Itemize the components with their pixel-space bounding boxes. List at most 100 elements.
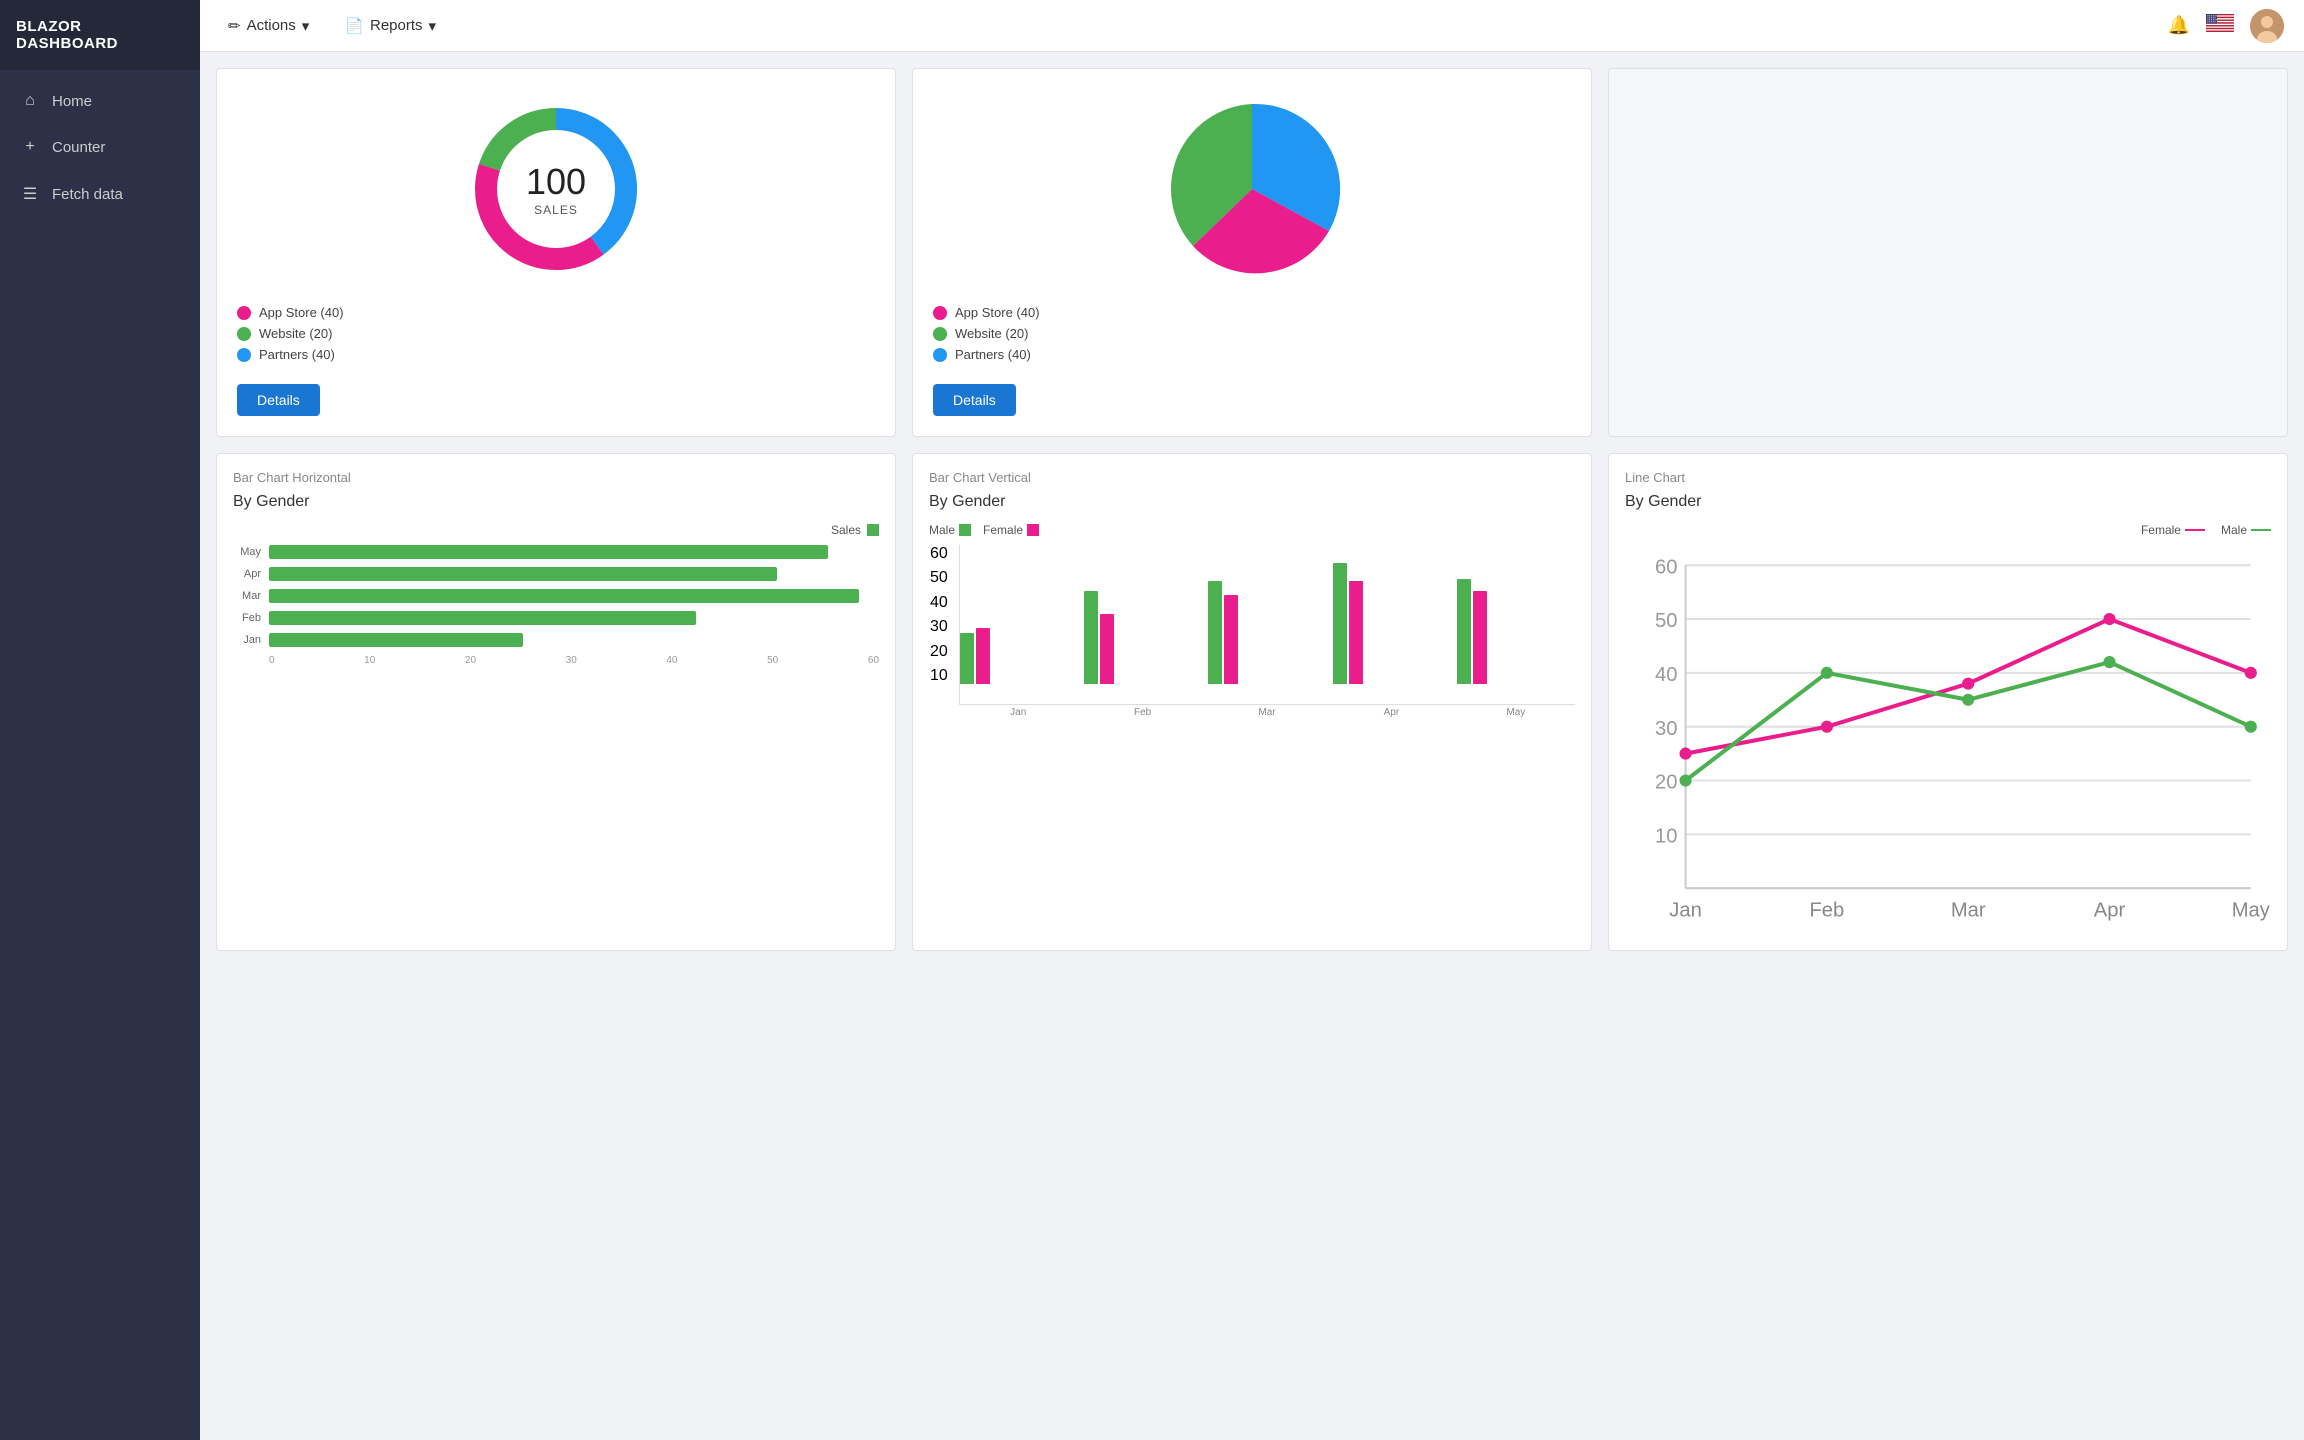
vbar-female xyxy=(1224,595,1238,684)
svg-text:50: 50 xyxy=(1655,610,1677,632)
hbar-outer xyxy=(269,633,879,647)
vbar-male xyxy=(1333,563,1347,684)
hbar-outer xyxy=(269,567,879,581)
legend2-item-appstore: App Store (40) xyxy=(933,305,1040,320)
svg-text:Jan: Jan xyxy=(1669,899,1702,921)
hbar-row-label: May xyxy=(233,546,261,558)
hbar-axis: 0 10 20 30 40 50 60 xyxy=(233,655,879,666)
pie-chart-2 xyxy=(1152,89,1352,289)
hbar-row-label: Mar xyxy=(233,590,261,602)
vbar-female-label: Female xyxy=(983,523,1023,537)
vbar-female xyxy=(1100,614,1114,684)
partners2-dot xyxy=(933,348,947,362)
actions-chevron-icon: ▾ xyxy=(302,17,310,35)
vbar-xlabel: Apr xyxy=(1332,707,1450,718)
line-female-label: Female xyxy=(2141,523,2181,537)
vbar-male xyxy=(960,633,974,684)
website-dot xyxy=(237,327,251,341)
vbar-male xyxy=(1084,591,1098,684)
vbar-female xyxy=(1473,591,1487,684)
hbar-fill xyxy=(269,633,523,647)
sidebar-item-home-label: Home xyxy=(52,93,92,110)
reports-menu[interactable]: 📄 Reports ▾ xyxy=(337,11,444,41)
flag-icon[interactable]: ★★★★★★ ★★★★★ ★★★★★★ ★★★★★ xyxy=(2206,14,2234,37)
vbar-xlabel: May xyxy=(1457,707,1575,718)
hbar-row: Feb xyxy=(233,611,879,625)
partners2-label: Partners (40) xyxy=(955,347,1031,362)
vbar-legend-female: Female xyxy=(983,523,1039,537)
hbar-outer xyxy=(269,611,879,625)
hbar-row-label: Apr xyxy=(233,568,261,580)
vbar-legend: Male Female xyxy=(929,523,1575,537)
bottom-cards-row: Bar Chart Horizontal By Gender Sales May… xyxy=(216,453,2288,951)
vbar-group xyxy=(1084,591,1202,684)
pencil-icon: ✏ xyxy=(228,17,241,35)
home-icon: ⌂ xyxy=(20,92,40,110)
hbar-legend: Sales xyxy=(233,523,879,537)
legend-item-website: Website (20) xyxy=(237,326,344,341)
vbar-xlabel: Feb xyxy=(1083,707,1201,718)
bar-horizontal-card: Bar Chart Horizontal By Gender Sales May… xyxy=(216,453,896,951)
legend2-item-website: Website (20) xyxy=(933,326,1040,341)
hbar-outer xyxy=(269,589,879,603)
line-male-color xyxy=(2251,529,2271,531)
vbar-female-box xyxy=(1027,524,1039,536)
sidebar-item-home[interactable]: ⌂ Home xyxy=(0,78,200,124)
partners-dot xyxy=(237,348,251,362)
sidebar: BLAZOR DASHBOARD ⌂ Home + Counter ☰ Fetc… xyxy=(0,0,200,1440)
details-button-2[interactable]: Details xyxy=(933,384,1016,416)
svg-text:20: 20 xyxy=(1655,772,1677,794)
donut-chart-1: 100 SALES xyxy=(456,89,656,289)
hbar-fill xyxy=(269,589,859,603)
sidebar-nav: ⌂ Home + Counter ☰ Fetch data xyxy=(0,78,200,218)
pie-card-2: App Store (40) Website (20) Partners (40… xyxy=(912,68,1592,437)
hbar-chart: May Apr Mar Feb Jan xyxy=(233,545,879,647)
hbar-legend-label: Sales xyxy=(831,523,861,537)
line-chart-by-gender: By Gender xyxy=(1625,493,2271,511)
donut-total: 100 xyxy=(526,161,586,203)
vbar-ylabels: 10 20 30 40 50 60 xyxy=(930,545,948,685)
svg-text:★★★★★: ★★★★★ xyxy=(2207,21,2216,24)
content-area: 100 SALES App Store (40) Website (20) xyxy=(200,52,2304,1440)
sidebar-item-counter[interactable]: + Counter xyxy=(0,124,200,170)
website-label: Website (20) xyxy=(259,326,332,341)
line-chart-legend: Female Male xyxy=(1625,523,2271,537)
details-button-1[interactable]: Details xyxy=(237,384,320,416)
hbar-fill xyxy=(269,611,696,625)
pie-2-legend: App Store (40) Website (20) Partners (40… xyxy=(933,305,1040,368)
hbar-row: Mar xyxy=(233,589,879,603)
hbar-row-label: Feb xyxy=(233,612,261,624)
hbar-outer xyxy=(269,545,879,559)
main-area: ✏ Actions ▾ 📄 Reports ▾ 🔔 xyxy=(200,0,2304,1440)
vbar-chart-wrap: 10 20 30 40 50 60 JanFebMarAprM xyxy=(929,545,1575,718)
hbar-row: May xyxy=(233,545,879,559)
svg-text:40: 40 xyxy=(1655,664,1677,686)
sidebar-item-fetchdata-label: Fetch data xyxy=(52,186,123,203)
hbar-row: Apr xyxy=(233,567,879,581)
svg-text:30: 30 xyxy=(1655,718,1677,740)
line-female-color xyxy=(2185,529,2205,531)
actions-label: Actions xyxy=(247,17,296,34)
legend2-item-partners: Partners (40) xyxy=(933,347,1040,362)
bell-icon[interactable]: 🔔 xyxy=(2168,15,2190,36)
line-legend-male: Male xyxy=(2221,523,2271,537)
sidebar-item-fetchdata[interactable]: ☰ Fetch data xyxy=(0,170,200,218)
appstore2-dot xyxy=(933,306,947,320)
avatar[interactable] xyxy=(2250,9,2284,43)
legend-item-appstore: App Store (40) xyxy=(237,305,344,320)
top-cards-row: 100 SALES App Store (40) Website (20) xyxy=(216,68,2288,437)
line-chart-title: Line Chart xyxy=(1625,470,2271,485)
vbar-area: 10 20 30 40 50 60 xyxy=(959,545,1575,705)
hbar-fill xyxy=(269,545,828,559)
line-legend-female: Female xyxy=(2141,523,2205,537)
vbar-group xyxy=(1457,579,1575,684)
vbar-group xyxy=(960,628,1078,684)
actions-menu[interactable]: ✏ Actions ▾ xyxy=(220,11,317,41)
bar-vertical-by-gender: By Gender xyxy=(929,493,1575,511)
reports-chevron-icon: ▾ xyxy=(429,17,437,35)
svg-text:60: 60 xyxy=(1655,556,1677,578)
empty-card-3 xyxy=(1608,68,2288,437)
partners-label: Partners (40) xyxy=(259,347,335,362)
vbar-legend-male: Male xyxy=(929,523,971,537)
line-chart-svg-wrap: 102030405060 JanFebMarAprMay xyxy=(1625,545,2271,934)
